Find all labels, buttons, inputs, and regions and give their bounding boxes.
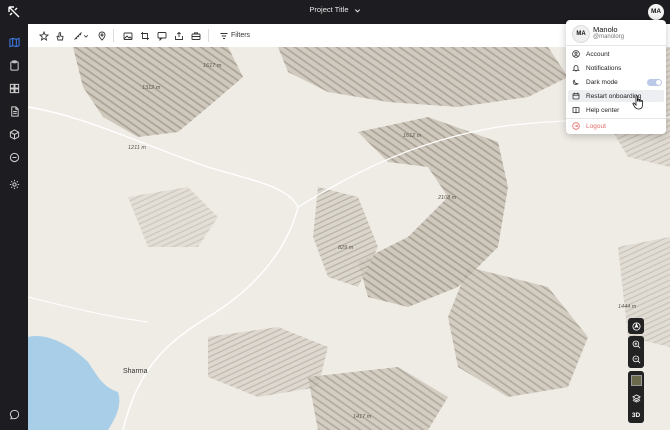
star-polygon-icon bbox=[38, 30, 49, 41]
sidebar-item-chat[interactable] bbox=[4, 404, 24, 424]
chat-icon bbox=[9, 409, 19, 419]
menu-item-notifications[interactable]: Notifications bbox=[568, 62, 664, 74]
basemap-thumbnail-icon[interactable] bbox=[630, 375, 642, 387]
book-icon bbox=[572, 107, 580, 114]
elevation-label: 829 m bbox=[338, 245, 354, 251]
draw-polygon-button[interactable] bbox=[37, 29, 50, 42]
elevation-label: 1617 m bbox=[203, 63, 222, 69]
logout-label: Logout bbox=[586, 122, 606, 130]
chevron-down-icon bbox=[83, 34, 89, 38]
sidebar-item-layouts[interactable] bbox=[4, 78, 24, 98]
elevation-label: 1312 m bbox=[142, 85, 161, 91]
user-menu-header: MA Manolo @manolorg bbox=[566, 20, 666, 46]
clipboard-icon bbox=[9, 59, 19, 71]
menu-item-label: Account bbox=[586, 50, 610, 58]
project-title: Project Title bbox=[309, 5, 349, 14]
filters-button[interactable]: Filters bbox=[220, 29, 250, 42]
place-label: Sharma bbox=[123, 368, 148, 375]
calendar-icon bbox=[572, 92, 580, 100]
document-icon bbox=[10, 105, 19, 117]
user-menu: MA Manolo @manolorg Account Notification… bbox=[566, 20, 666, 134]
layout-grid-icon bbox=[9, 83, 19, 93]
menu-item-logout[interactable]: Logout bbox=[568, 120, 664, 132]
sidebar-item-settings[interactable] bbox=[4, 174, 24, 194]
menu-item-label: Help center bbox=[586, 106, 620, 114]
zoom-controls bbox=[628, 336, 644, 368]
transform-tool-button[interactable] bbox=[138, 29, 151, 42]
user-name: Manolo bbox=[593, 25, 618, 34]
view-controls: 3D bbox=[628, 371, 644, 423]
crop-icon bbox=[140, 31, 149, 40]
sidebar-item-documents[interactable] bbox=[4, 101, 24, 121]
elevation-label: 1612 m bbox=[403, 133, 422, 139]
layers-icon[interactable] bbox=[631, 394, 641, 404]
filters-label: Filters bbox=[231, 32, 251, 39]
toolbar-divider bbox=[113, 29, 114, 42]
sidebar-item-minus[interactable] bbox=[4, 147, 24, 167]
menu-item-label: Dark mode bbox=[586, 78, 618, 86]
image-icon bbox=[123, 32, 132, 40]
sidebar-item-clipboard[interactable] bbox=[4, 55, 24, 75]
map-pin-icon bbox=[98, 31, 105, 41]
gear-icon bbox=[9, 179, 19, 189]
map-icon bbox=[8, 37, 20, 47]
menu-divider bbox=[566, 118, 666, 119]
menu-item-label: Notifications bbox=[586, 64, 622, 72]
sidebar-item-packages[interactable] bbox=[4, 124, 24, 144]
chevron-down-icon bbox=[354, 8, 360, 13]
zoom-in-icon[interactable] bbox=[632, 340, 641, 349]
avatar: MA bbox=[572, 25, 590, 43]
comment-icon bbox=[157, 31, 166, 41]
measure-dropdown-button[interactable] bbox=[71, 29, 91, 42]
hand-cursor-icon bbox=[632, 95, 643, 110]
image-tool-button[interactable] bbox=[121, 29, 134, 42]
dark-mode-toggle[interactable] bbox=[647, 79, 662, 86]
toolbar-divider bbox=[208, 29, 209, 42]
bell-icon bbox=[572, 64, 580, 72]
elevation-label: 1211 m bbox=[128, 145, 146, 151]
moon-icon bbox=[572, 79, 579, 86]
elevation-label: 1417 m bbox=[353, 414, 372, 420]
menu-item-account[interactable]: Account bbox=[568, 48, 664, 60]
menu-item-restart-onboarding[interactable]: Restart onboarding bbox=[568, 90, 664, 102]
briefcase-tool-button[interactable] bbox=[189, 29, 202, 42]
logout-icon bbox=[572, 122, 580, 130]
compass-button[interactable] bbox=[628, 318, 644, 334]
ruler-icon bbox=[74, 31, 82, 40]
user-avatar-button[interactable]: MA bbox=[648, 4, 664, 20]
compass-icon bbox=[631, 321, 641, 331]
briefcase-icon bbox=[191, 31, 200, 40]
elevation-label: 2108 m bbox=[438, 195, 457, 201]
cube-icon bbox=[9, 128, 19, 140]
upload-tool-button[interactable] bbox=[172, 29, 185, 42]
minus-circle-icon bbox=[9, 152, 19, 162]
project-title-dropdown[interactable]: Project Title bbox=[0, 5, 670, 14]
user-handle: @manolorg bbox=[593, 34, 625, 40]
select-area-button[interactable] bbox=[53, 29, 66, 42]
zoom-out-icon[interactable] bbox=[632, 355, 641, 364]
elevation-label: 1444 m bbox=[618, 304, 637, 310]
sidebar bbox=[0, 24, 28, 430]
menu-item-dark-mode[interactable]: Dark mode bbox=[568, 76, 664, 88]
hand-pointer-icon bbox=[55, 31, 64, 40]
sidebar-item-map[interactable] bbox=[4, 32, 24, 52]
view-3d-button[interactable]: 3D bbox=[632, 412, 640, 419]
menu-item-help-center[interactable]: Help center bbox=[568, 104, 664, 116]
user-circle-icon bbox=[572, 50, 580, 58]
box-upload-icon bbox=[174, 31, 183, 40]
filter-lines-icon bbox=[220, 32, 228, 39]
marker-button[interactable] bbox=[95, 29, 108, 42]
toggle-knob bbox=[656, 80, 661, 85]
annotation-tool-button[interactable] bbox=[155, 29, 168, 42]
